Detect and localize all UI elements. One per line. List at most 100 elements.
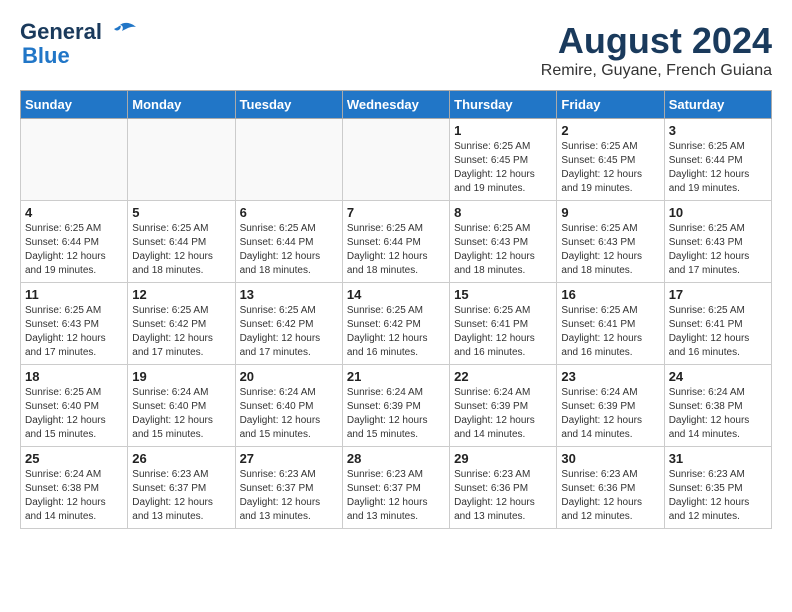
- day-number: 19: [132, 369, 230, 384]
- calendar-cell: 1Sunrise: 6:25 AM Sunset: 6:45 PM Daylig…: [450, 119, 557, 201]
- main-title: August 2024: [541, 20, 772, 62]
- calendar-week-2: 4 Sunrise: 6:25 AM Sunset: 6:44 PM Daylig…: [21, 201, 772, 283]
- calendar-cell: [128, 119, 235, 201]
- day-number: 16: [561, 287, 659, 302]
- calendar-cell: 14 Sunrise: 6:25 AM Sunset: 6:42 PM Dayli…: [342, 283, 449, 365]
- day-info: Sunrise: 6:25 AM Sunset: 6:42 PM Dayligh…: [132, 304, 230, 360]
- day-number: 15: [454, 287, 552, 302]
- day-number: 1: [454, 123, 552, 138]
- calendar-cell: 9 Sunrise: 6:25 AM Sunset: 6:43 PM Daylig…: [557, 201, 664, 283]
- day-number: 31: [669, 451, 767, 466]
- day-info: Sunrise: 6:25 AM Sunset: 6:43 PM Dayligh…: [25, 304, 123, 360]
- calendar-cell: 23 Sunrise: 6:24 AM Sunset: 6:39 PM Dayli…: [557, 365, 664, 447]
- day-number: 20: [240, 369, 338, 384]
- day-number: 10: [669, 205, 767, 220]
- calendar-cell: 6Sunrise: 6:25 AM Sunset: 6:44 PM Daylig…: [235, 201, 342, 283]
- day-number: 12: [132, 287, 230, 302]
- day-info: Sunrise: 6:25 AM Sunset: 6:42 PM Dayligh…: [240, 304, 338, 360]
- calendar-cell: 21 Sunrise: 6:24 AM Sunset: 6:39 PM Dayli…: [342, 365, 449, 447]
- calendar-cell: 5Sunrise: 6:25 AM Sunset: 6:44 PM Daylig…: [128, 201, 235, 283]
- day-info: Sunrise: 6:24 AM Sunset: 6:39 PM Dayligh…: [561, 386, 659, 442]
- day-number: 4: [25, 205, 123, 220]
- calendar-cell: 31Sunrise: 6:23 AM Sunset: 6:35 PM Dayli…: [664, 447, 771, 529]
- day-info: Sunrise: 6:24 AM Sunset: 6:40 PM Dayligh…: [240, 386, 338, 442]
- day-number: 24: [669, 369, 767, 384]
- calendar-cell: 28Sunrise: 6:23 AM Sunset: 6:37 PM Dayli…: [342, 447, 449, 529]
- day-info: Sunrise: 6:25 AM Sunset: 6:44 PM Dayligh…: [347, 222, 445, 278]
- calendar-cell: 13 Sunrise: 6:25 AM Sunset: 6:42 PM Dayli…: [235, 283, 342, 365]
- day-number: 30: [561, 451, 659, 466]
- day-number: 5: [132, 205, 230, 220]
- day-info: Sunrise: 6:25 AM Sunset: 6:44 PM Dayligh…: [669, 140, 767, 196]
- day-info: Sunrise: 6:25 AM Sunset: 6:43 PM Dayligh…: [561, 222, 659, 278]
- subtitle: Remire, Guyane, French Guiana: [541, 62, 772, 80]
- day-number: 6: [240, 205, 338, 220]
- day-info: Sunrise: 6:25 AM Sunset: 6:43 PM Dayligh…: [454, 222, 552, 278]
- calendar-cell: 19 Sunrise: 6:24 AM Sunset: 6:40 PM Dayli…: [128, 365, 235, 447]
- day-number: 9: [561, 205, 659, 220]
- day-info: Sunrise: 6:24 AM Sunset: 6:39 PM Dayligh…: [347, 386, 445, 442]
- day-info: Sunrise: 6:23 AM Sunset: 6:36 PM Dayligh…: [454, 468, 552, 524]
- calendar-cell: 22 Sunrise: 6:24 AM Sunset: 6:39 PM Dayli…: [450, 365, 557, 447]
- day-header-monday: Monday: [128, 91, 235, 119]
- day-number: 8: [454, 205, 552, 220]
- day-number: 14: [347, 287, 445, 302]
- day-number: 21: [347, 369, 445, 384]
- day-info: Sunrise: 6:25 AM Sunset: 6:40 PM Dayligh…: [25, 386, 123, 442]
- calendar-body: 1 Sunrise: 6:25 AM Sunset: 6:45 PM Daylig…: [21, 119, 772, 529]
- day-info: Sunrise: 6:25 AM Sunset: 6:42 PM Dayligh…: [347, 304, 445, 360]
- day-number: 22: [454, 369, 552, 384]
- day-number: 7: [347, 205, 445, 220]
- day-info: Sunrise: 6:25 AM Sunset: 6:45 PM Dayligh…: [561, 140, 659, 196]
- logo: General Blue: [20, 20, 136, 68]
- calendar-table: SundayMondayTuesdayWednesdayThursdayFrid…: [20, 90, 772, 529]
- calendar-cell: 24 Sunrise: 6:24 AM Sunset: 6:38 PM Dayli…: [664, 365, 771, 447]
- day-info: Sunrise: 6:25 AM Sunset: 6:41 PM Dayligh…: [561, 304, 659, 360]
- day-header-friday: Friday: [557, 91, 664, 119]
- calendar-week-5: 25Sunrise: 6:24 AM Sunset: 6:38 PM Dayli…: [21, 447, 772, 529]
- day-info: Sunrise: 6:25 AM Sunset: 6:41 PM Dayligh…: [669, 304, 767, 360]
- day-number: 17: [669, 287, 767, 302]
- logo-general: General: [20, 20, 102, 44]
- calendar-cell: 27 Sunrise: 6:23 AM Sunset: 6:37 PM Dayli…: [235, 447, 342, 529]
- page-header: General Blue August 2024 Remire, Guyane,…: [20, 20, 772, 80]
- calendar-cell: 30Sunrise: 6:23 AM Sunset: 6:36 PM Dayli…: [557, 447, 664, 529]
- logo-blue: Blue: [22, 44, 70, 68]
- calendar-header-row: SundayMondayTuesdayWednesdayThursdayFrid…: [21, 91, 772, 119]
- title-area: August 2024 Remire, Guyane, French Guian…: [541, 20, 772, 80]
- day-info: Sunrise: 6:24 AM Sunset: 6:38 PM Dayligh…: [669, 386, 767, 442]
- day-info: Sunrise: 6:23 AM Sunset: 6:37 PM Dayligh…: [132, 468, 230, 524]
- day-info: Sunrise: 6:24 AM Sunset: 6:39 PM Dayligh…: [454, 386, 552, 442]
- logo-bird-icon: [102, 21, 136, 43]
- day-info: Sunrise: 6:24 AM Sunset: 6:38 PM Dayligh…: [25, 468, 123, 524]
- calendar-cell: 7 Sunrise: 6:25 AM Sunset: 6:44 PM Daylig…: [342, 201, 449, 283]
- calendar-cell: 15 Sunrise: 6:25 AM Sunset: 6:41 PM Dayli…: [450, 283, 557, 365]
- day-number: 23: [561, 369, 659, 384]
- calendar-cell: 29Sunrise: 6:23 AM Sunset: 6:36 PM Dayli…: [450, 447, 557, 529]
- day-number: 3: [669, 123, 767, 138]
- calendar-cell: 8 Sunrise: 6:25 AM Sunset: 6:43 PM Daylig…: [450, 201, 557, 283]
- calendar-cell: [342, 119, 449, 201]
- day-info: Sunrise: 6:23 AM Sunset: 6:37 PM Dayligh…: [240, 468, 338, 524]
- calendar-cell: 20 Sunrise: 6:24 AM Sunset: 6:40 PM Dayli…: [235, 365, 342, 447]
- day-header-sunday: Sunday: [21, 91, 128, 119]
- day-info: Sunrise: 6:25 AM Sunset: 6:44 PM Dayligh…: [25, 222, 123, 278]
- day-number: 13: [240, 287, 338, 302]
- calendar-cell: 18Sunrise: 6:25 AM Sunset: 6:40 PM Dayli…: [21, 365, 128, 447]
- calendar-week-1: 1 Sunrise: 6:25 AM Sunset: 6:45 PM Daylig…: [21, 119, 772, 201]
- day-info: Sunrise: 6:25 AM Sunset: 6:41 PM Dayligh…: [454, 304, 552, 360]
- calendar-cell: 11 Sunrise: 6:25 AM Sunset: 6:43 PM Dayli…: [21, 283, 128, 365]
- calendar-cell: 12 Sunrise: 6:25 AM Sunset: 6:42 PM Dayli…: [128, 283, 235, 365]
- day-number: 11: [25, 287, 123, 302]
- day-info: Sunrise: 6:24 AM Sunset: 6:40 PM Dayligh…: [132, 386, 230, 442]
- calendar-cell: [235, 119, 342, 201]
- calendar-cell: 17 Sunrise: 6:25 AM Sunset: 6:41 PM Dayli…: [664, 283, 771, 365]
- calendar-cell: 10Sunrise: 6:25 AM Sunset: 6:43 PM Dayli…: [664, 201, 771, 283]
- day-number: 27: [240, 451, 338, 466]
- day-number: 2: [561, 123, 659, 138]
- calendar-week-4: 18Sunrise: 6:25 AM Sunset: 6:40 PM Dayli…: [21, 365, 772, 447]
- day-header-thursday: Thursday: [450, 91, 557, 119]
- day-number: 26: [132, 451, 230, 466]
- day-header-saturday: Saturday: [664, 91, 771, 119]
- calendar-cell: 4 Sunrise: 6:25 AM Sunset: 6:44 PM Daylig…: [21, 201, 128, 283]
